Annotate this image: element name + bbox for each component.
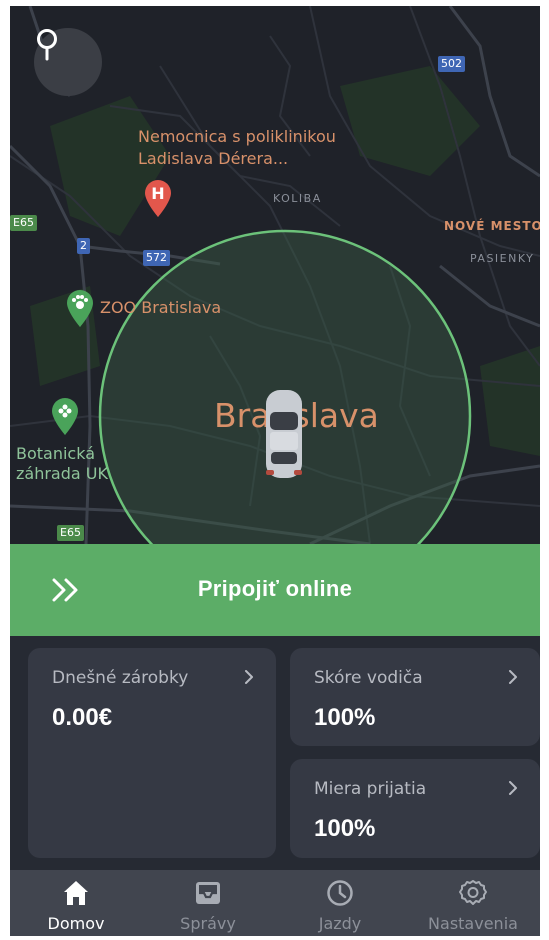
road-shield-2: 2 bbox=[77, 238, 90, 254]
map-pin-button[interactable] bbox=[34, 28, 102, 96]
garden-marker-icon[interactable] bbox=[50, 396, 80, 436]
district-pasienky: PASIENKY bbox=[470, 252, 535, 265]
nav-item-rides[interactable]: Jazdy bbox=[274, 870, 406, 936]
district-koliba: KOLIBA bbox=[273, 192, 322, 205]
bottom-nav: Domov Správy Jazdy Nastavenia bbox=[10, 870, 540, 936]
nav-item-settings[interactable]: Nastavenia bbox=[406, 870, 540, 936]
hospital-label-line2: Ladislava Dérera... bbox=[138, 149, 289, 168]
driver-score-card[interactable]: Skóre vodiča 100% bbox=[290, 648, 540, 746]
chevron-right-icon bbox=[509, 670, 517, 684]
driver-score-title: Skóre vodiča bbox=[314, 668, 423, 688]
nav-item-messages[interactable]: Správy bbox=[142, 870, 274, 936]
road-shield-e65: E65 bbox=[10, 215, 37, 231]
earnings-value: 0.00€ bbox=[52, 704, 113, 731]
chevron-right-icon bbox=[245, 670, 253, 684]
acceptance-rate-card[interactable]: Miera prijatia 100% bbox=[290, 759, 540, 858]
acceptance-rate-value: 100% bbox=[314, 815, 376, 842]
hospital-label-line1: Nemocnica s poliklinikou bbox=[138, 127, 336, 146]
district-nove-mesto: NOVÉ MESTO bbox=[444, 219, 540, 233]
nav-label-settings: Nastavenia bbox=[428, 914, 518, 933]
home-icon bbox=[64, 881, 88, 905]
garden-label-line1: Botanická bbox=[16, 444, 96, 463]
go-online-button[interactable]: Pripojiť online bbox=[10, 544, 540, 636]
acceptance-rate-title: Miera prijatia bbox=[314, 779, 427, 799]
road-shield-e65-bottom: E65 bbox=[57, 525, 84, 541]
map-pin-icon bbox=[37, 29, 57, 61]
chevron-right-icon bbox=[509, 781, 517, 795]
zoo-label: ZOO Bratislava bbox=[100, 298, 222, 317]
road-shield-502: 502 bbox=[438, 56, 465, 72]
garden-label-line2: záhrada UK bbox=[16, 464, 108, 483]
nav-label-home: Domov bbox=[47, 914, 105, 933]
driver-score-value: 100% bbox=[314, 704, 376, 731]
nav-item-home[interactable]: Domov bbox=[10, 870, 142, 936]
go-online-label: Pripojiť online bbox=[197, 576, 353, 601]
hospital-marker-letter: H bbox=[151, 184, 165, 203]
road-shield-572: 572 bbox=[143, 250, 170, 266]
earnings-title: Dnešné zárobky bbox=[52, 668, 189, 688]
earnings-card[interactable]: Dnešné zárobky 0.00€ bbox=[28, 648, 276, 858]
garden-label: Botanická záhrada UK bbox=[16, 444, 108, 484]
nav-label-rides: Jazdy bbox=[318, 914, 362, 933]
hospital-label: Nemocnica s poliklinikou Ladislava Dérer… bbox=[138, 126, 336, 170]
clock-icon bbox=[327, 880, 353, 906]
inbox-icon bbox=[196, 882, 220, 904]
car-icon bbox=[263, 386, 305, 482]
nav-label-messages: Správy bbox=[180, 914, 236, 933]
map-view[interactable]: E65 2 572 502 E65 Nemocnica s poliklinik… bbox=[10, 6, 540, 544]
hospital-marker-icon[interactable]: H bbox=[143, 178, 173, 218]
zoo-marker-icon[interactable] bbox=[65, 288, 95, 328]
gear-icon bbox=[459, 880, 487, 905]
app-screen: E65 2 572 502 E65 Nemocnica s poliklinik… bbox=[10, 6, 540, 936]
